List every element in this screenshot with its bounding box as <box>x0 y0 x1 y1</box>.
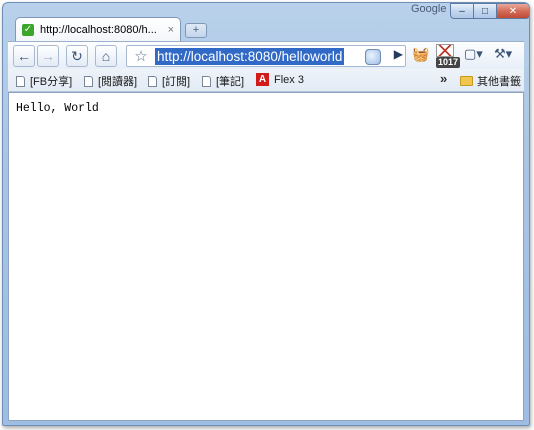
folder-icon <box>460 76 473 86</box>
adobe-icon: A <box>256 73 269 86</box>
bookmark-label: Flex 3 <box>274 73 304 86</box>
go-button[interactable]: ▶ <box>394 47 403 61</box>
bookmark-label: [閱讀器] <box>98 76 138 88</box>
page-content: Hello, World <box>8 92 524 421</box>
back-button[interactable]: ← <box>13 45 35 67</box>
gmail-unread-badge: 1017 <box>436 57 461 68</box>
maximize-button[interactable]: □ <box>473 3 497 19</box>
page-info-icon[interactable] <box>365 49 381 65</box>
document-icon <box>84 75 93 87</box>
bookmark-label: [訂閱] <box>162 76 191 88</box>
bookmark-item[interactable]: A Flex 3 <box>256 73 304 86</box>
tab-title: http://localhost:8080/h... <box>40 23 157 36</box>
toolbar: ← → ↻ ⌂ ☆ http://localhost:8080/hellowor… <box>8 41 524 70</box>
page-menu-button[interactable]: ▢▾ <box>464 46 483 62</box>
new-tab-button[interactable]: + <box>185 23 207 38</box>
gmail-checker-icon[interactable] <box>436 44 454 57</box>
check-favicon-icon: ✓ <box>22 23 34 36</box>
minimize-button[interactable]: – <box>450 3 474 19</box>
envelope-icon <box>437 45 453 56</box>
home-button[interactable]: ⌂ <box>95 45 117 67</box>
bookmark-item[interactable]: [FB分享] <box>16 73 72 89</box>
tab-close-icon[interactable]: × <box>168 24 174 36</box>
document-icon <box>16 75 25 87</box>
bookmarks-bar: [FB分享] [閱讀器] [訂閱] [筆記] A Flex 3 » 其他書籤 <box>8 69 524 92</box>
bookmark-item[interactable]: [訂閱] <box>148 73 190 89</box>
page-text: Hello, World <box>16 102 99 115</box>
fruit-basket-extension-icon[interactable]: 🧺 <box>412 46 429 63</box>
reload-button[interactable]: ↻ <box>66 45 88 67</box>
forward-button[interactable]: → <box>37 45 59 67</box>
browser-window: Google – □ ✕ ✓ http://localhost:8080/h..… <box>2 2 530 426</box>
google-brand-label: Google <box>411 3 447 15</box>
tab-active[interactable]: ✓ http://localhost:8080/h... × <box>15 17 181 41</box>
url-text[interactable]: http://localhost:8080/helloworld <box>155 47 345 65</box>
bookmark-item[interactable]: [閱讀器] <box>84 73 137 89</box>
other-bookmarks[interactable]: 其他書籤 <box>460 73 521 89</box>
bookmark-label: [FB分享] <box>30 76 73 88</box>
bookmark-item[interactable]: [筆記] <box>202 73 244 89</box>
bookmark-label: [筆記] <box>216 76 245 88</box>
document-icon <box>148 75 157 87</box>
tools-menu-button[interactable]: ⚒▾ <box>494 46 512 62</box>
document-icon <box>202 75 211 87</box>
address-bar[interactable]: ☆ http://localhost:8080/helloworld ▶ <box>126 45 406 67</box>
bookmarks-overflow-chevron-icon[interactable]: » <box>440 71 447 86</box>
other-bookmarks-label: 其他書籤 <box>477 76 521 88</box>
window-controls: – □ ✕ <box>450 3 529 21</box>
star-icon[interactable]: ☆ <box>131 47 151 65</box>
close-window-button[interactable]: ✕ <box>496 3 529 19</box>
